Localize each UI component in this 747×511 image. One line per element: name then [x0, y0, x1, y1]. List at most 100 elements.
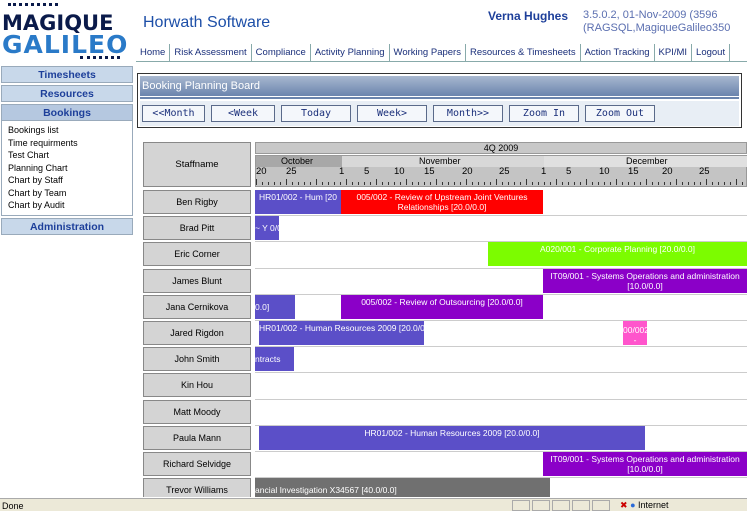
booking-bar[interactable]: ancial Investigation X34567 [40.0/0.0] — [255, 478, 550, 497]
menu-working-papers[interactable]: Working Papers — [390, 44, 466, 61]
tick-mark — [436, 179, 437, 185]
logo-line2: GALILEO — [2, 30, 129, 59]
tick-mark — [412, 182, 413, 185]
prev-month-button[interactable]: <<Month — [142, 105, 205, 122]
submenu-test-chart[interactable]: Test Chart — [2, 149, 132, 162]
day-tick-label: 1 — [339, 166, 345, 177]
booking-bar[interactable]: HR01/002 - Hum [20 — [255, 190, 341, 214]
security-icon: ✖ — [620, 500, 628, 510]
menu-kpi-mi[interactable]: KPI/MI — [655, 44, 693, 61]
day-tick-label: 20 — [662, 166, 673, 177]
tick-mark — [742, 182, 743, 185]
status-segment — [572, 500, 590, 511]
tick-mark — [730, 182, 731, 185]
tick-mark — [304, 182, 305, 185]
tick-mark — [430, 182, 431, 185]
prev-week-button[interactable]: <Week — [211, 105, 275, 122]
submenu-chart-by-team[interactable]: Chart by Team — [2, 187, 132, 200]
internet-zone: ✖ ● Internet — [620, 500, 669, 511]
tick-mark — [400, 182, 401, 185]
booking-bar[interactable]: IT09/001 - Systems Operations and admini… — [543, 452, 747, 476]
zoom-in-button[interactable]: Zoom In — [509, 105, 579, 122]
month-november: November — [419, 156, 461, 166]
staff-name[interactable]: Paula Mann — [143, 425, 251, 450]
booking-bar[interactable]: HR01/002 - Human Resources 2009 [20.0/0.… — [259, 425, 645, 450]
row-divider — [255, 398, 747, 400]
bookings-submenu: Bookings list Time requirments Test Char… — [1, 121, 133, 216]
tick-mark — [706, 179, 707, 185]
tick-mark — [490, 182, 491, 185]
booking-bar[interactable]: 005/002 - Review of Upstream Joint Ventu… — [341, 190, 543, 214]
tick-mark — [544, 182, 545, 185]
menu-home[interactable]: Home — [136, 44, 171, 61]
booking-bar[interactable]: 005/002 - Review of Outsourcing [20.0/0.… — [341, 294, 543, 319]
menu-risk-assessment[interactable]: Risk Assessment — [170, 44, 252, 61]
tick-mark — [280, 182, 281, 185]
tick-mark — [388, 182, 389, 185]
row-divider — [255, 346, 747, 348]
submenu-chart-by-staff[interactable]: Chart by Staff — [2, 174, 132, 187]
logo-dots — [80, 56, 120, 60]
menu-compliance[interactable]: Compliance — [252, 44, 311, 61]
staff-name[interactable]: Ben Rigby — [143, 190, 251, 214]
submenu-planning-chart[interactable]: Planning Chart — [2, 162, 132, 175]
zoom-out-button[interactable]: Zoom Out — [585, 105, 655, 122]
submenu-bookings-list[interactable]: Bookings list — [2, 124, 132, 137]
next-week-button[interactable]: Week> — [357, 105, 427, 122]
day-tick-label: 25 — [499, 166, 510, 177]
menu-logout[interactable]: Logout — [692, 44, 731, 61]
staff-name[interactable]: Richard Selvidge — [143, 452, 251, 476]
status-bar: Done ✖ ● Internet — [0, 498, 747, 511]
next-month-button[interactable]: Month>> — [433, 105, 503, 122]
tick-mark — [538, 182, 539, 185]
tick-mark — [604, 182, 605, 185]
staff-name[interactable]: Brad Pitt — [143, 216, 251, 241]
day-tick-label: 15 — [424, 166, 435, 177]
tick-mark — [442, 182, 443, 185]
staff-name[interactable]: Trevor Williams — [143, 478, 251, 497]
tick-mark — [736, 179, 737, 185]
navigation-buttons: <<Month <Week Today Week> Month>> Zoom I… — [140, 101, 739, 126]
menu-activity-planning[interactable]: Activity Planning — [311, 44, 390, 61]
tick-mark — [472, 182, 473, 185]
staff-name[interactable]: James Blunt — [143, 268, 251, 293]
today-button[interactable]: Today — [281, 105, 351, 122]
booking-bar[interactable]: ~ Y 0/0.0 — [255, 216, 279, 241]
tick-mark — [268, 182, 269, 185]
booking-bar[interactable]: IT09/001 - Systems Operations and admini… — [543, 268, 747, 293]
sidebar-bookings[interactable]: Bookings — [1, 104, 133, 121]
booking-bar[interactable]: HR01/002 - Human Resources 2009 [20.0/0.… — [259, 321, 424, 345]
tick-mark — [640, 182, 641, 185]
user-name: Verna Hughes — [488, 9, 569, 23]
booking-bar[interactable]: ntracts — [255, 347, 294, 372]
sidebar-timesheets[interactable]: Timesheets — [1, 66, 133, 83]
logo-dots — [8, 3, 58, 7]
sidebar-resources[interactable]: Resources — [1, 85, 133, 102]
booking-bar[interactable]: 00/002 - Audit — [623, 321, 647, 345]
staff-name[interactable]: Jared Rigdon — [143, 321, 251, 345]
staff-name[interactable]: John Smith — [143, 347, 251, 372]
version-info: 3.5.0.2, 01-Nov-2009 (3596 (RAGSQL,Magiq… — [583, 9, 747, 35]
tick-mark — [328, 182, 329, 185]
tick-mark — [508, 182, 509, 185]
tick-mark — [520, 182, 521, 185]
timeline-header: October November December 20 25 1 5 10 15 20 25… — [255, 155, 747, 187]
tick-mark — [382, 182, 383, 185]
menu-resources-timesheets[interactable]: Resources & Timesheets — [466, 44, 581, 61]
submenu-time-requirements[interactable]: Time requirments — [2, 137, 132, 150]
tick-mark — [478, 182, 479, 185]
tick-mark — [646, 179, 647, 185]
booking-bar[interactable]: 0.0] — [255, 294, 295, 319]
version-line1: 3.5.0.2, 01-Nov-2009 (3596 — [583, 9, 718, 21]
staff-name[interactable]: Matt Moody — [143, 399, 251, 424]
sidebar-administration[interactable]: Administration — [1, 217, 133, 235]
booking-bar[interactable]: A020/001 - Corporate Planning [20.0/0.0] — [488, 242, 747, 267]
status-text: Done — [2, 501, 24, 511]
staff-name[interactable]: Kin Hou — [143, 373, 251, 398]
tick-mark — [286, 179, 287, 185]
booking-planning-panel: Booking Planning Board <<Month <Week Tod… — [137, 73, 742, 128]
staff-name[interactable]: Jana Cernikova — [143, 294, 251, 319]
staff-name[interactable]: Eric Corner — [143, 242, 251, 267]
submenu-chart-by-audit[interactable]: Chart by Audit — [2, 199, 132, 212]
menu-action-tracking[interactable]: Action Tracking — [581, 44, 655, 61]
